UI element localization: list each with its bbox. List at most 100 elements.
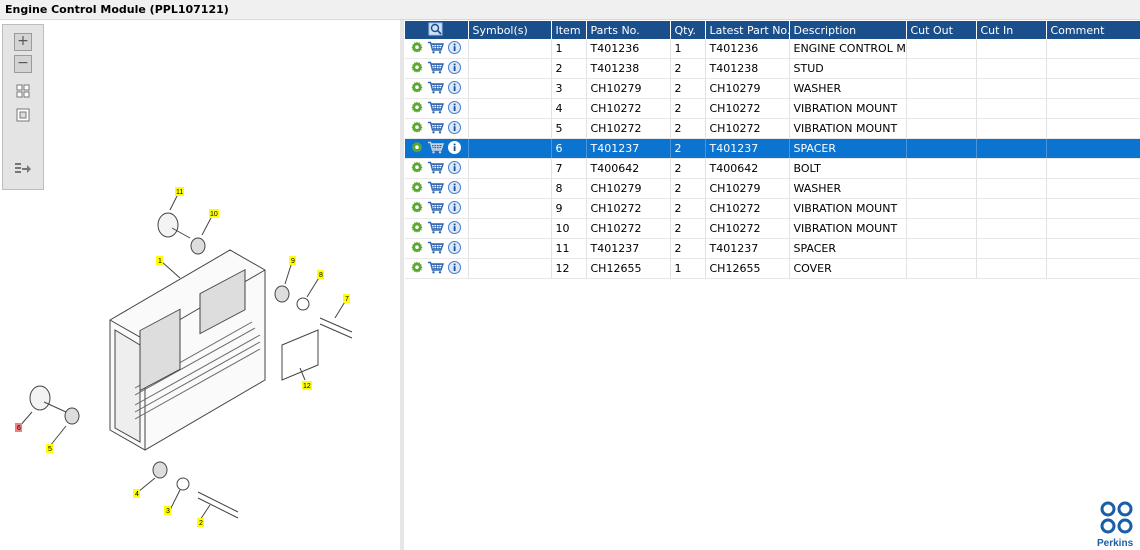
settings-gear-icon[interactable] <box>411 161 423 176</box>
callout-2[interactable]: 2 <box>197 518 204 527</box>
settings-gear-icon[interactable] <box>411 101 423 116</box>
settings-gear-icon[interactable] <box>411 61 423 76</box>
fit-all-button[interactable] <box>14 83 32 101</box>
zoom-out-button[interactable]: − <box>14 55 32 73</box>
cart-icon[interactable] <box>427 101 444 117</box>
export-button[interactable] <box>14 161 32 179</box>
reset-view-button[interactable] <box>14 107 32 125</box>
cell-row-actions <box>405 98 469 119</box>
column-header-item[interactable]: Item <box>551 21 587 39</box>
callout-5[interactable]: 5 <box>46 444 53 453</box>
table-row[interactable]: 11 T401237 2 T401237 SPACER <box>405 238 1140 259</box>
cell-symbols <box>468 39 552 59</box>
table-row[interactable]: 6 T401237 2 T401237 SPACER <box>405 138 1140 159</box>
table-row[interactable]: 10 CH10272 2 CH10272 VIBRATION MOUNT <box>405 218 1140 239</box>
callout-7[interactable]: 7 <box>343 294 350 303</box>
cart-icon[interactable] <box>427 221 444 237</box>
column-header-cut-in[interactable]: Cut In <box>976 21 1047 39</box>
info-icon[interactable] <box>448 60 461 77</box>
cell-description: WASHER <box>789 78 907 99</box>
cell-symbols <box>468 198 552 219</box>
cart-icon[interactable] <box>427 201 444 217</box>
info-icon[interactable] <box>448 140 461 157</box>
info-icon[interactable] <box>448 200 461 217</box>
info-icon[interactable] <box>448 40 461 57</box>
column-header-symbols[interactable]: Symbol(s) <box>468 21 552 39</box>
svg-text:1: 1 <box>158 258 162 265</box>
cell-symbols <box>468 138 552 159</box>
callout-10[interactable]: 10 <box>209 209 219 218</box>
info-icon[interactable] <box>448 120 461 137</box>
exploded-parts-diagram[interactable]: 11 10 1 9 8 7 12 6 5 4 3 2 <box>0 180 400 530</box>
settings-gear-icon[interactable] <box>411 141 423 156</box>
settings-gear-icon[interactable] <box>411 221 423 236</box>
callout-11[interactable]: 11 <box>175 187 184 196</box>
callout-8[interactable]: 8 <box>317 270 324 279</box>
cell-description: VIBRATION MOUNT <box>789 218 907 239</box>
cell-latest-part-no: CH10272 <box>705 198 790 219</box>
info-icon[interactable] <box>448 260 461 277</box>
info-icon[interactable] <box>448 160 461 177</box>
column-header-description[interactable]: Description <box>789 21 907 39</box>
cart-icon[interactable] <box>427 181 444 197</box>
cart-icon[interactable] <box>427 61 444 77</box>
pane-splitter[interactable] <box>400 20 404 550</box>
column-header-latest-part-no[interactable]: Latest Part No. <box>705 21 790 39</box>
callout-4[interactable]: 4 <box>133 489 140 498</box>
callout-12[interactable]: 12 <box>302 381 312 390</box>
cart-icon[interactable] <box>427 241 444 257</box>
info-icon[interactable] <box>448 80 461 97</box>
column-header-qty[interactable]: Qty. <box>670 21 706 39</box>
table-row[interactable]: 4 CH10272 2 CH10272 VIBRATION MOUNT <box>405 98 1140 119</box>
column-header-parts-no[interactable]: Parts No. <box>586 21 671 39</box>
cell-item: 1 <box>551 39 587 59</box>
column-header-actions[interactable] <box>405 21 469 39</box>
table-row[interactable]: 2 T401238 2 T401238 STUD <box>405 58 1140 79</box>
info-icon[interactable] <box>448 180 461 197</box>
settings-gear-icon[interactable] <box>411 241 423 256</box>
info-icon[interactable] <box>448 240 461 257</box>
callout-6[interactable]: 6 <box>15 423 22 432</box>
search-filter-icon <box>428 22 443 35</box>
cart-icon[interactable] <box>427 141 444 157</box>
table-row[interactable]: 5 CH10272 2 CH10272 VIBRATION MOUNT <box>405 118 1140 139</box>
column-header-comment[interactable]: Comment <box>1046 21 1140 39</box>
cart-icon[interactable] <box>427 161 444 177</box>
cell-latest-part-no: CH10272 <box>705 118 790 139</box>
callout-9[interactable]: 9 <box>289 256 296 265</box>
table-row[interactable]: 12 CH12655 1 CH12655 COVER <box>405 258 1140 279</box>
cell-comment <box>1046 39 1140 59</box>
cart-icon[interactable] <box>427 41 444 57</box>
column-header-cut-out[interactable]: Cut Out <box>906 21 977 39</box>
window-titlebar: Engine Control Module (PPL107121) <box>0 0 1140 20</box>
svg-text:12: 12 <box>303 383 311 390</box>
cart-icon[interactable] <box>427 261 444 277</box>
settings-gear-icon[interactable] <box>411 201 423 216</box>
info-icon[interactable] <box>448 100 461 117</box>
settings-gear-icon[interactable] <box>411 181 423 196</box>
settings-gear-icon[interactable] <box>411 121 423 136</box>
cell-row-actions <box>405 258 469 279</box>
table-row[interactable]: 9 CH10272 2 CH10272 VIBRATION MOUNT <box>405 198 1140 219</box>
cell-description: ENGINE CONTROL MC <box>789 39 907 59</box>
callout-1[interactable]: 1 <box>156 256 163 265</box>
cell-parts-no: CH10272 <box>586 98 671 119</box>
settings-gear-icon[interactable] <box>411 261 423 276</box>
cell-item: 9 <box>551 198 587 219</box>
callout-3[interactable]: 3 <box>164 506 171 515</box>
cell-description: VIBRATION MOUNT <box>789 198 907 219</box>
info-icon[interactable] <box>448 220 461 237</box>
settings-gear-icon[interactable] <box>411 41 423 56</box>
table-row[interactable]: 7 T400642 2 T400642 BOLT <box>405 158 1140 179</box>
zoom-in-button[interactable]: + <box>14 33 32 51</box>
table-row[interactable]: 8 CH10279 2 CH10279 WASHER <box>405 178 1140 199</box>
cell-parts-no: T401238 <box>586 58 671 79</box>
table-row[interactable]: 3 CH10279 2 CH10279 WASHER <box>405 78 1140 99</box>
table-row[interactable]: 1 T401236 1 T401236 ENGINE CONTROL MC <box>405 39 1140 59</box>
cell-parts-no: T401237 <box>586 238 671 259</box>
settings-gear-icon[interactable] <box>411 81 423 96</box>
cell-description: VIBRATION MOUNT <box>789 98 907 119</box>
cart-icon[interactable] <box>427 121 444 137</box>
cell-row-actions <box>405 39 469 59</box>
cart-icon[interactable] <box>427 81 444 97</box>
